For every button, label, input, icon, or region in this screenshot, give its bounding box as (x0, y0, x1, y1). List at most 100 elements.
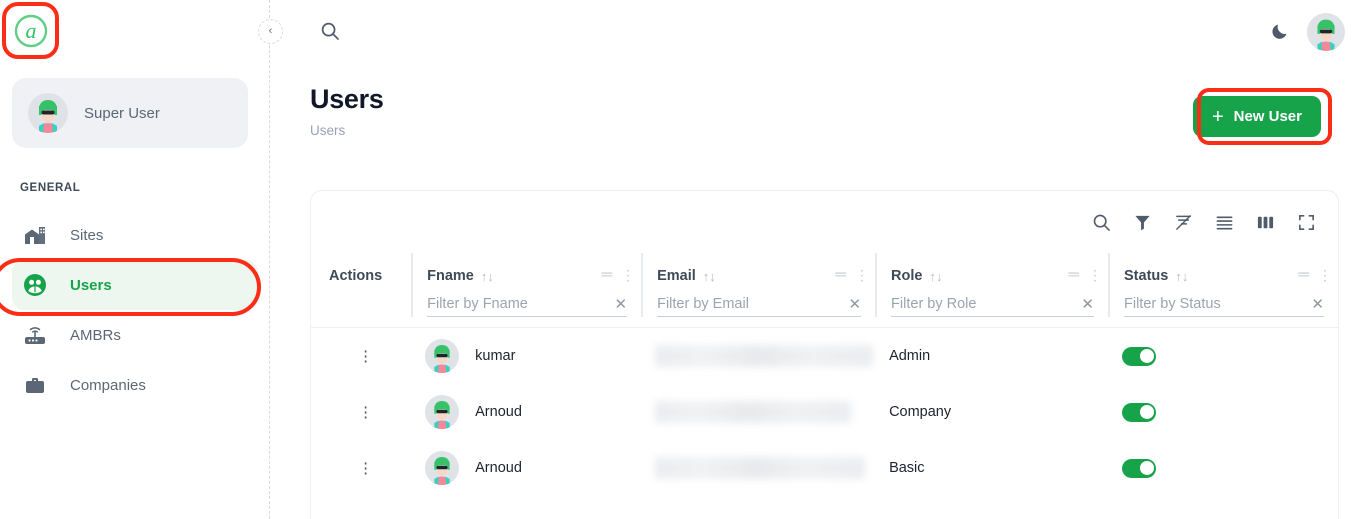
cell-status (1108, 458, 1338, 478)
status-toggle[interactable] (1122, 458, 1157, 478)
fullscreen-icon[interactable] (1297, 213, 1316, 232)
column-label: Status (1124, 268, 1169, 284)
briefcase-icon (22, 375, 48, 395)
cell-fname: Arnoud (411, 451, 641, 485)
search-icon[interactable] (1092, 213, 1111, 232)
page-header: Users Users (310, 84, 384, 138)
sidebar-item-companies[interactable]: Companies (12, 360, 258, 410)
filter-input-role[interactable] (891, 296, 1076, 312)
app-logo[interactable]: a (8, 8, 54, 54)
column-menu-icon[interactable]: ⋮ (855, 268, 869, 282)
cell-email (641, 457, 875, 479)
density-icon[interactable] (1215, 213, 1234, 232)
column-header-fname[interactable]: Fname ↑↓ ═ ⋮ ✕ (411, 253, 641, 317)
table-row[interactable]: ⋮ (311, 384, 1338, 440)
filter-input-email[interactable] (657, 296, 843, 312)
sidebar-item-label: Sites (70, 226, 104, 244)
clear-filter-icon[interactable]: ✕ (1075, 297, 1094, 312)
row-menu-icon[interactable]: ⋮ (358, 461, 373, 476)
avatar (425, 395, 460, 429)
row-menu-icon[interactable]: ⋮ (358, 405, 373, 420)
fname-value: Arnoud (475, 460, 522, 476)
column-label: Email (657, 268, 696, 284)
column-label: Actions (329, 268, 383, 284)
column-drag-handle[interactable]: ═ (1068, 267, 1079, 282)
sidebar-item-ambrs[interactable]: AMBRs (12, 310, 258, 360)
search-icon[interactable] (320, 21, 340, 41)
column-menu-icon[interactable]: ⋮ (1318, 268, 1332, 282)
sort-icon[interactable]: ↑↓ (1175, 270, 1188, 283)
building-icon (22, 225, 48, 245)
app-root: a Super User GENERAL Sites Users AMBRs C… (0, 0, 1360, 519)
redacted-email (655, 345, 874, 367)
filter-off-icon[interactable] (1174, 213, 1193, 232)
sidebar-item-label: AMBRs (70, 326, 121, 344)
sort-icon[interactable]: ↑↓ (703, 270, 716, 283)
redacted-email (655, 401, 852, 423)
sidebar-nav: Sites Users AMBRs Companies (0, 210, 270, 410)
row-actions-cell: ⋮ (320, 405, 411, 420)
sort-icon[interactable]: ↑↓ (481, 270, 494, 283)
column-menu-icon[interactable]: ⋮ (1088, 268, 1102, 282)
cell-role: Company (889, 404, 952, 420)
column-drag-handle[interactable]: ═ (601, 267, 612, 282)
avatar (425, 339, 460, 373)
status-toggle[interactable] (1122, 346, 1157, 366)
sort-icon[interactable]: ↑↓ (929, 270, 942, 283)
table-body: ⋮ kumar Admin ⋮ Arnoud Company ⋮ Arnoud … (311, 328, 1338, 496)
fname-value: Arnoud (475, 404, 522, 420)
svg-text:a: a (26, 18, 37, 43)
users-icon (22, 273, 48, 297)
row-menu-icon[interactable]: ⋮ (358, 349, 373, 364)
table-row[interactable]: ⋮ (311, 328, 1338, 384)
sidebar: a Super User GENERAL Sites Users AMBRs C… (0, 0, 283, 519)
table-toolbar (311, 191, 1338, 253)
sidebar-section-label: GENERAL (20, 182, 81, 194)
breadcrumb: Users (310, 123, 346, 138)
column-menu-icon[interactable]: ⋮ (621, 268, 635, 282)
cell-email (641, 401, 875, 423)
cell-fname: Arnoud (411, 395, 641, 429)
clear-filter-icon[interactable]: ✕ (609, 297, 628, 312)
sidebar-item-label: Companies (70, 376, 146, 394)
router-icon (22, 324, 48, 346)
cell-fname: kumar (411, 339, 641, 373)
column-drag-handle[interactable]: ═ (835, 267, 846, 282)
sidebar-user-card[interactable]: Super User (12, 78, 248, 148)
table-row[interactable]: ⋮ (311, 440, 1338, 496)
sidebar-item-sites[interactable]: Sites (12, 210, 258, 260)
fname-value: kumar (475, 348, 516, 364)
sidebar-item-users[interactable]: Users (12, 260, 258, 310)
column-header-status[interactable]: Status ↑↓ ═ ⋮ ✕ (1108, 253, 1338, 317)
column-header-email[interactable]: Email ↑↓ ═ ⋮ ✕ (641, 253, 875, 317)
row-actions-cell: ⋮ (320, 461, 411, 476)
moon-icon[interactable] (1270, 21, 1290, 41)
redacted-email (655, 457, 866, 479)
main-content: Users Users + New User Actions Fname ↑↓ … (270, 0, 1360, 519)
new-user-button-label: New User (1233, 108, 1302, 125)
columns-icon[interactable] (1256, 213, 1275, 232)
topbar (270, 0, 1360, 64)
table-header: Actions Fname ↑↓ ═ ⋮ Filter by Fname ✕ E… (311, 253, 1338, 328)
status-toggle[interactable] (1122, 402, 1157, 422)
clear-filter-icon[interactable]: ✕ (842, 297, 861, 312)
column-header-role[interactable]: Role ↑↓ ═ ⋮ ✕ (875, 253, 1108, 317)
column-drag-handle[interactable]: ═ (1298, 267, 1309, 282)
column-label: Role (891, 268, 923, 284)
cell-email (641, 345, 875, 367)
sidebar-item-label: Users (70, 276, 112, 294)
new-user-button[interactable]: + New User (1192, 96, 1321, 137)
header-divider (311, 327, 1338, 328)
avatar[interactable] (1307, 13, 1345, 51)
row-actions-cell: ⋮ (320, 349, 411, 364)
filter-input-status[interactable] (1124, 296, 1306, 312)
cell-role: Admin (889, 348, 931, 364)
plus-icon: + (1211, 105, 1224, 128)
filter-icon[interactable] (1133, 213, 1152, 232)
filter-input-fname[interactable] (427, 296, 609, 312)
users-table-card: Actions Fname ↑↓ ═ ⋮ Filter by Fname ✕ E… (310, 190, 1339, 519)
clear-filter-icon[interactable]: ✕ (1305, 297, 1324, 312)
page-title: Users (310, 84, 384, 114)
cell-status (1108, 402, 1338, 422)
column-header-actions: Actions (320, 253, 411, 315)
